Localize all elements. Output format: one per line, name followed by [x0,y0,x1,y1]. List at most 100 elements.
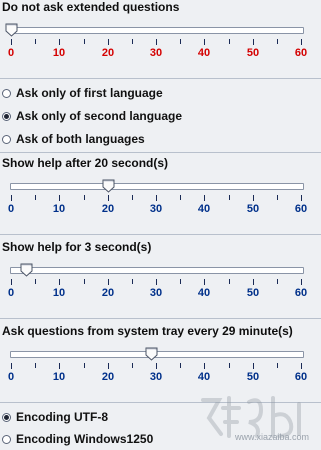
slider-thumb[interactable] [145,347,158,361]
slider-tick-label: 60 [294,371,308,383]
slider-minor-tick [132,39,133,44]
slider-tick-label: 50 [246,47,260,59]
slider-minor-tick [229,39,230,44]
slider-major-tick [301,279,302,285]
slider-tick-label: 10 [52,371,66,383]
radio-button-first-language[interactable] [2,88,11,98]
slider-tick-label: 40 [197,371,211,383]
slider-minor-tick [84,279,85,284]
ext-questions-heading: Do not ask extended questions [2,0,180,14]
slider-minor-tick [229,363,230,368]
slider-major-tick [301,363,302,369]
help-for-heading: Show help for 3 second(s) [2,240,152,254]
slider-major-tick [108,195,109,201]
radio-button-both-languages[interactable] [2,134,11,144]
slider-minor-tick [35,363,36,368]
slider-major-tick [156,39,157,45]
help-for-slider[interactable]: 0 10 20 30 40 50 60 [0,260,321,310]
slider-thumb[interactable] [20,263,33,277]
separator [0,234,321,235]
slider-major-tick [253,279,254,285]
slider-minor-tick [132,195,133,200]
slider-tick-label: 40 [197,287,211,299]
slider-tick-label: 10 [52,287,66,299]
slider-tick-label: 20 [101,47,115,59]
radio-label-encoding-windows1250: Encoding Windows1250 [16,432,154,446]
slider-major-tick [59,279,60,285]
radio-button-second-language[interactable] [2,111,11,121]
slider-minor-tick [132,279,133,284]
slider-minor-tick [229,195,230,200]
tray-interval-section: Ask questions from system tray every 29 … [0,324,321,394]
slider-tick-label: 50 [246,287,260,299]
slider-major-tick [59,39,60,45]
ext-questions-section: Do not ask extended questions 0 10 20 30 40 5… [0,0,321,78]
slider-minor-tick [35,279,36,284]
slider-tick-label: 10 [52,203,66,215]
radio-label-second-language: Ask only of second language [16,109,183,123]
slider-tick-label: 60 [294,203,308,215]
slider-minor-tick [35,195,36,200]
slider-tick-label: 0 [7,287,15,299]
radio-first-language[interactable]: Ask only of first language [2,84,163,102]
ext-questions-slider[interactable]: 0 10 20 30 40 50 60 [0,20,321,70]
slider-major-tick [156,279,157,285]
help-after-section: Show help after 20 second(s) 0 10 20 30 40 50… [0,156,321,226]
tray-interval-heading: Ask questions from system tray every 29 … [2,324,293,338]
slider-minor-tick [132,363,133,368]
slider-major-tick [11,363,12,369]
slider-track[interactable] [10,267,304,274]
slider-tick-label: 30 [149,203,163,215]
slider-major-tick [11,195,12,201]
slider-minor-tick [277,363,278,368]
slider-minor-tick [180,39,181,44]
slider-major-tick [108,39,109,45]
slider-minor-tick [180,279,181,284]
slider-thumb[interactable] [102,179,115,193]
slider-major-tick [253,363,254,369]
radio-encoding-windows1250[interactable]: Encoding Windows1250 [2,430,153,448]
slider-major-tick [108,363,109,369]
separator [0,78,321,79]
slider-major-tick [204,195,205,201]
slider-tick-label: 60 [294,287,308,299]
radio-both-languages[interactable]: Ask of both languages [2,130,145,148]
slider-minor-tick [84,195,85,200]
slider-minor-tick [277,195,278,200]
separator [0,318,321,319]
slider-tick-label: 30 [149,287,163,299]
slider-tick-label: 40 [197,47,211,59]
slider-tick-label: 50 [246,203,260,215]
slider-tick-label: 60 [294,47,308,59]
slider-major-tick [156,363,157,369]
slider-major-tick [59,363,60,369]
slider-major-tick [204,39,205,45]
slider-major-tick [11,279,12,285]
radio-label-first-language: Ask only of first language [16,86,163,100]
slider-tick-label: 0 [7,203,15,215]
slider-thumb[interactable] [5,23,18,37]
slider-track[interactable] [10,183,304,190]
slider-minor-tick [180,363,181,368]
slider-major-tick [59,195,60,201]
radio-button-encoding-utf8[interactable] [2,412,11,422]
radio-second-language[interactable]: Ask only of second language [2,107,182,125]
slider-tick-label: 0 [7,47,15,59]
tray-interval-slider[interactable]: 0 10 20 30 40 50 60 [0,344,321,394]
slider-major-tick [301,195,302,201]
slider-track[interactable] [10,27,304,34]
help-for-section: Show help for 3 second(s) 0 10 20 30 40 50 60 [0,240,321,310]
radio-label-both-languages: Ask of both languages [16,132,145,146]
slider-major-tick [11,39,12,45]
slider-major-tick [108,279,109,285]
radio-encoding-utf8[interactable]: Encoding UTF-8 [2,408,108,426]
slider-major-tick [204,363,205,369]
help-after-heading: Show help after 20 second(s) [2,156,169,170]
slider-minor-tick [229,279,230,284]
slider-major-tick [204,279,205,285]
slider-major-tick [301,39,302,45]
slider-major-tick [156,195,157,201]
slider-tick-label: 20 [101,371,115,383]
radio-button-encoding-windows1250[interactable] [2,434,11,444]
help-after-slider[interactable]: 0 10 20 30 40 50 60 [0,176,321,226]
